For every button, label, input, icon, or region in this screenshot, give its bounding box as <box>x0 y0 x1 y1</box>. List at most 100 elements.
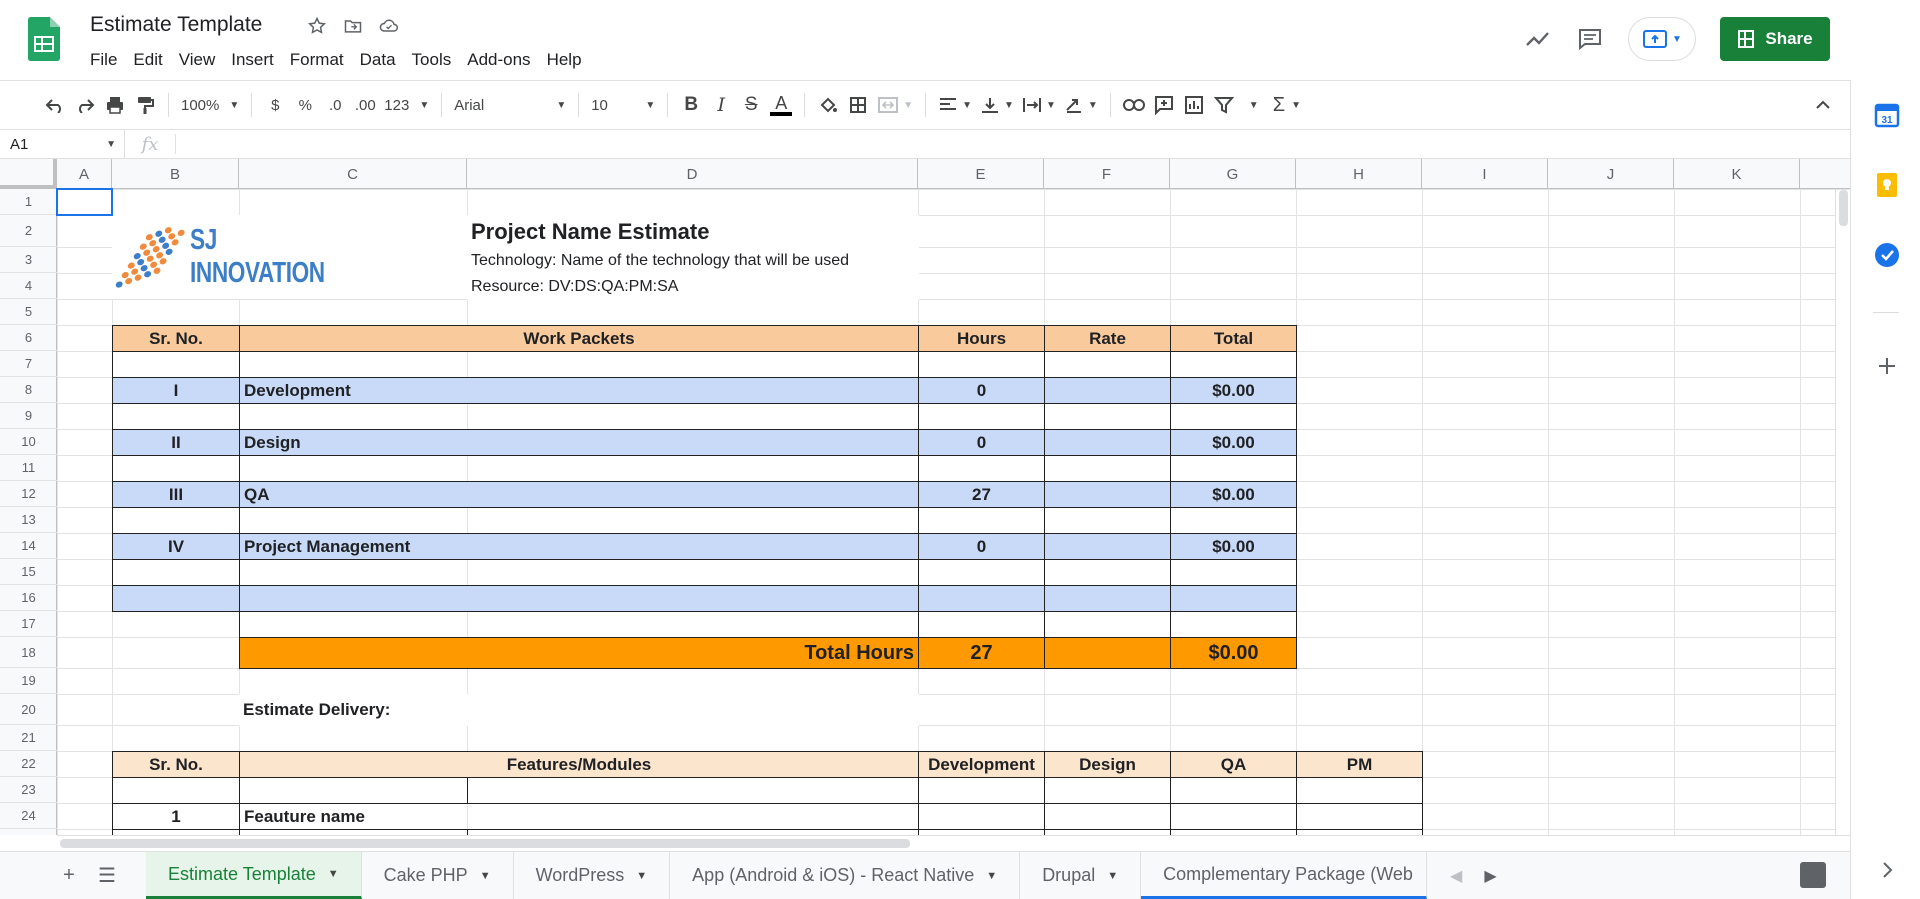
explore-icon[interactable] <box>1800 862 1826 888</box>
currency-format-button[interactable]: $ <box>260 89 290 121</box>
table1-row-rate[interactable] <box>1044 481 1171 508</box>
redo-icon[interactable] <box>70 89 100 121</box>
keep-icon[interactable] <box>1874 172 1900 198</box>
table1-blank-blue-row-srno[interactable] <box>112 585 240 612</box>
row-header-13[interactable]: 13 <box>0 507 57 533</box>
menu-help[interactable]: Help <box>539 48 590 72</box>
table1-blank-row-hours[interactable] <box>918 403 1045 430</box>
column-header-e[interactable]: E <box>918 159 1044 189</box>
table1-row-name[interactable]: Design <box>239 429 919 456</box>
table1-row-name[interactable]: QA <box>239 481 919 508</box>
horizontal-align-icon[interactable]: ▼ <box>934 89 976 121</box>
table1-row-total[interactable]: $0.00 <box>1170 377 1297 404</box>
sheet-tab-cake-php[interactable]: Cake PHP ▼ <box>362 852 514 899</box>
menu-insert[interactable]: Insert <box>223 48 282 72</box>
print-icon[interactable] <box>100 89 130 121</box>
row-header-17[interactable]: 17 <box>0 611 57 637</box>
more-formats-button[interactable]: 123 ▼ <box>380 89 433 121</box>
table1-row-hours[interactable]: 27 <box>918 481 1045 508</box>
row-header-12[interactable]: 12 <box>0 481 57 507</box>
functions-button[interactable]: Σ ▼ <box>1269 89 1305 121</box>
scroll-tabs-left-icon[interactable]: ◀ <box>1450 866 1462 886</box>
row-header-24[interactable]: 24 <box>0 803 57 829</box>
total-hours-value[interactable]: 27 <box>918 637 1045 669</box>
row-header-1[interactable]: 1 <box>0 189 57 215</box>
italic-button[interactable]: I <box>706 89 736 121</box>
increase-decimal-button[interactable]: .00 <box>350 89 380 121</box>
column-header-a[interactable]: A <box>57 159 112 189</box>
table1-header-hours[interactable]: Hours <box>918 325 1045 352</box>
comments-icon[interactable] <box>1576 25 1604 53</box>
activity-trend-icon[interactable] <box>1524 25 1552 53</box>
sheet-tab-complementary-package[interactable]: Complementary Package (Web <box>1141 852 1428 899</box>
table1-blank-row-total[interactable] <box>1170 507 1297 534</box>
table1-blank-row-srno[interactable] <box>112 403 240 430</box>
table1-blank-row-name[interactable] <box>239 351 919 378</box>
table2-blank-srno[interactable] <box>112 777 240 804</box>
table1-blank-row-rate[interactable] <box>1044 507 1171 534</box>
row-header-16[interactable]: 16 <box>0 585 57 611</box>
add-sheet-icon[interactable]: + <box>50 852 88 899</box>
select-all-corner[interactable] <box>0 159 57 189</box>
scroll-tabs-right-icon[interactable]: ▶ <box>1484 866 1496 886</box>
row-header-6[interactable]: 6 <box>0 325 57 351</box>
column-header-i[interactable]: I <box>1422 159 1548 189</box>
total-rate[interactable] <box>1044 637 1171 669</box>
total-hours-label[interactable]: Total Hours <box>239 637 919 669</box>
menu-addons[interactable]: Add-ons <box>459 48 538 72</box>
active-cell-selection[interactable] <box>56 188 113 216</box>
share-button[interactable]: Share <box>1720 17 1830 61</box>
table1-row-rate[interactable] <box>1044 533 1171 560</box>
percent-format-button[interactable]: % <box>290 89 320 121</box>
bold-button[interactable]: B <box>676 89 706 121</box>
table1-row-srno[interactable]: III <box>112 481 240 508</box>
table1-blank-row-rate[interactable] <box>1044 559 1171 586</box>
table1-header-work-packets[interactable]: Work Packets <box>239 325 919 352</box>
table1-blank-row-rate[interactable] <box>1044 611 1171 638</box>
row-header-8[interactable]: 8 <box>0 377 57 403</box>
table1-row-srno[interactable]: II <box>112 429 240 456</box>
table1-row-name[interactable]: Development <box>239 377 919 404</box>
table1-blank-row-hours[interactable] <box>918 559 1045 586</box>
table1-header-srno[interactable]: Sr. No. <box>112 325 240 352</box>
row-header-3[interactable]: 3 <box>0 247 57 273</box>
table2-blank-d[interactable] <box>467 777 919 804</box>
row-header-22[interactable]: 22 <box>0 751 57 777</box>
row-header-2[interactable]: 2 <box>0 215 57 247</box>
table2-row-name[interactable]: Feauture name <box>239 803 919 830</box>
table1-blank-row-total[interactable] <box>1170 559 1297 586</box>
table2-blank-c[interactable] <box>239 777 468 804</box>
fill-color-icon[interactable] <box>813 89 843 121</box>
vertical-align-icon[interactable]: ▼ <box>976 89 1018 121</box>
row-header-14[interactable]: 14 <box>0 533 57 559</box>
table1-row-srno[interactable]: I <box>112 377 240 404</box>
table1-blank-row-total[interactable] <box>1170 403 1297 430</box>
table1-blank-blue-row-rate[interactable] <box>1044 585 1171 612</box>
table1-row-total[interactable]: $0.00 <box>1170 481 1297 508</box>
table2-header-design[interactable]: Design <box>1044 751 1171 778</box>
table1-blank-row-hours[interactable] <box>918 611 1045 638</box>
table1-row-rate[interactable] <box>1044 429 1171 456</box>
decrease-decimal-button[interactable]: .0 <box>320 89 350 121</box>
table1-blank-row-srno[interactable] <box>112 559 240 586</box>
table1-header-rate[interactable]: Rate <box>1044 325 1171 352</box>
row-header-23[interactable]: 23 <box>0 777 57 803</box>
zoom-select[interactable]: 100% ▼ <box>177 89 243 121</box>
table1-blank-row-srno[interactable] <box>112 351 240 378</box>
sheet-tab-estimate-template[interactable]: Estimate Template ▼ <box>146 852 362 899</box>
filter-views-chevron-icon[interactable]: ▼ <box>1239 89 1269 121</box>
filter-icon[interactable] <box>1209 89 1239 121</box>
menu-data[interactable]: Data <box>352 48 404 72</box>
table2-row-pm[interactable] <box>1296 803 1423 830</box>
table1-blank-row-total[interactable] <box>1170 351 1297 378</box>
table1-blank-row-name[interactable] <box>239 611 919 638</box>
table1-blank-row-name[interactable] <box>239 403 919 430</box>
table1-blank-row-rate[interactable] <box>1044 351 1171 378</box>
table1-header-total[interactable]: Total <box>1170 325 1297 352</box>
row-header-21[interactable]: 21 <box>0 725 57 751</box>
table1-blank-blue-row-total[interactable] <box>1170 585 1297 612</box>
table1-blank-row-srno[interactable] <box>112 507 240 534</box>
table2-header-srno[interactable]: Sr. No. <box>112 751 240 778</box>
column-header-d[interactable]: D <box>467 159 918 189</box>
table2-row-design[interactable] <box>1044 803 1171 830</box>
